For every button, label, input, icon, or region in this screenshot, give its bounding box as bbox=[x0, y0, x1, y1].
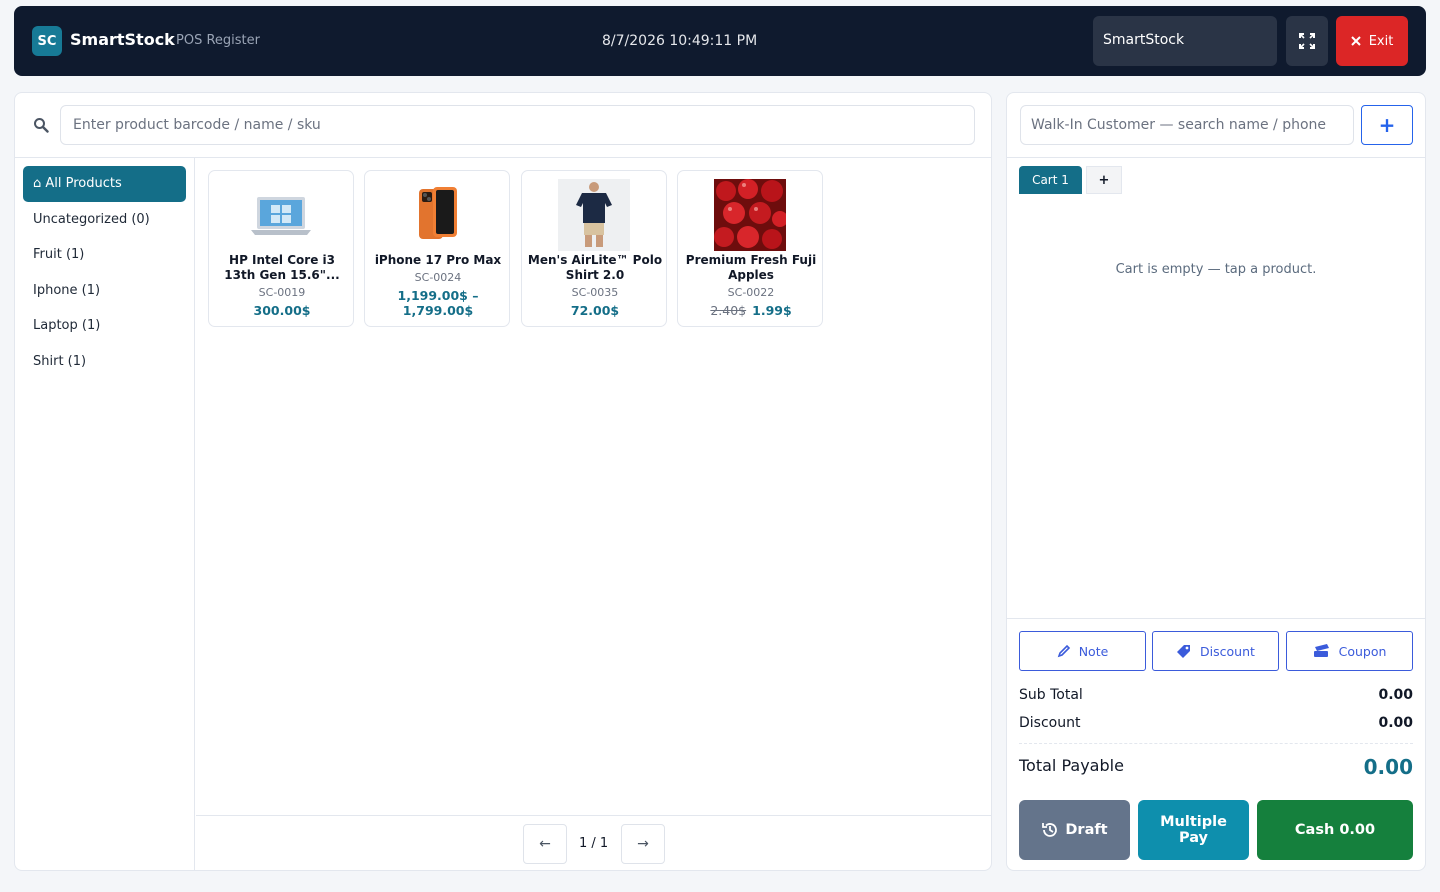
product-sku: SC-0024 bbox=[414, 271, 462, 284]
category-iphone[interactable]: Iphone (1) bbox=[23, 273, 186, 309]
product-name: Premium Fresh Fuji Apples bbox=[685, 253, 817, 282]
cart-panel: + Cart 1 + Cart is empty — tap a product… bbox=[1006, 92, 1426, 871]
history-icon bbox=[1042, 823, 1058, 837]
pencil-icon bbox=[1057, 644, 1070, 658]
laptop-product-image bbox=[251, 197, 311, 235]
total-payable-label: Total Payable bbox=[1019, 756, 1124, 775]
product-sku: SC-0022 bbox=[727, 286, 775, 299]
category-laptop[interactable]: Laptop (1) bbox=[23, 308, 186, 344]
product-price: 72.00$ bbox=[570, 303, 620, 318]
multiple-pay-button[interactable]: Multiple Pay bbox=[1138, 800, 1249, 860]
product-card[interactable]: iPhone 17 Pro Max SC-0024 1,199.00$ – 1,… bbox=[364, 170, 510, 327]
subtotal-label: Sub Total bbox=[1019, 687, 1083, 703]
product-card[interactable]: Premium Fresh Fuji Apples SC-0022 2.40$ 1… bbox=[677, 170, 823, 327]
expand-icon bbox=[1299, 33, 1315, 49]
product-name: HP Intel Core i3 13th Gen 15.6"... bbox=[224, 253, 340, 282]
product-panel: ⌂ All Products Uncategorized (0) Fruit (… bbox=[14, 92, 992, 871]
product-sku: SC-0019 bbox=[258, 286, 306, 299]
customer-search-input[interactable] bbox=[1020, 105, 1354, 145]
multiple-pay-label-line1: Multiple bbox=[1160, 814, 1227, 830]
product-search-bar bbox=[15, 93, 991, 158]
store-selector[interactable]: SmartStock bbox=[1093, 16, 1277, 66]
phone-product-image bbox=[419, 187, 457, 239]
app-subtitle: POS Register bbox=[176, 33, 260, 48]
discount-label: Discount bbox=[1200, 643, 1255, 659]
exit-button[interactable]: Exit bbox=[1336, 16, 1408, 66]
category-uncategorized[interactable]: Uncategorized (0) bbox=[23, 202, 186, 238]
multiple-pay-label-line2: Pay bbox=[1178, 830, 1209, 846]
close-icon bbox=[1350, 36, 1361, 46]
prev-page-button[interactable]: ← bbox=[523, 824, 567, 864]
pagination: ← 1 / 1 → bbox=[196, 815, 991, 870]
product-price: 2.40$ 1.99$ bbox=[678, 303, 824, 318]
datetime-display: 8/7/2026 10:49:11 PM bbox=[602, 33, 758, 49]
category-all-products[interactable]: ⌂ All Products bbox=[23, 166, 186, 202]
coupon-label: Coupon bbox=[1338, 643, 1387, 659]
customer-row: + bbox=[1007, 93, 1425, 158]
search-icon bbox=[34, 118, 49, 133]
note-label: Note bbox=[1078, 643, 1109, 659]
product-price: 1,199.00$ – 1,799.00$ bbox=[397, 288, 479, 318]
discount-summary-label: Discount bbox=[1019, 715, 1081, 731]
cart-footer: Note Discount Coupon Sub Total 0.00 Disc… bbox=[1007, 618, 1425, 870]
add-cart-tab-button[interactable]: + bbox=[1086, 166, 1122, 194]
category-shirt[interactable]: Shirt (1) bbox=[23, 344, 186, 380]
product-name: Men's AirLite™ Polo Shirt 2.0 bbox=[527, 253, 663, 282]
apples-product-image bbox=[714, 179, 786, 251]
product-sku: SC-0035 bbox=[571, 286, 619, 299]
tab-cart-1[interactable]: Cart 1 bbox=[1019, 166, 1082, 194]
page-indicator: 1 / 1 bbox=[579, 836, 609, 851]
product-search-input[interactable] bbox=[60, 105, 975, 145]
app-name: SmartStock bbox=[70, 30, 175, 49]
fullscreen-button[interactable] bbox=[1286, 16, 1328, 66]
product-price: 300.00$ bbox=[253, 303, 311, 318]
discount-button[interactable]: Discount bbox=[1152, 631, 1279, 671]
coupon-button[interactable]: Coupon bbox=[1286, 631, 1413, 671]
top-bar: SC SmartStock POS Register 8/7/2026 10:4… bbox=[14, 6, 1426, 76]
subtotal-value: 0.00 bbox=[1378, 687, 1413, 703]
product-old-price: 2.40$ bbox=[710, 303, 747, 318]
product-sale-price: 1.99$ bbox=[752, 303, 792, 318]
summary-divider bbox=[1019, 743, 1413, 744]
total-payable-value: 0.00 bbox=[1363, 755, 1413, 779]
exit-label: Exit bbox=[1368, 33, 1394, 49]
next-page-button[interactable]: → bbox=[621, 824, 665, 864]
add-customer-button[interactable]: + bbox=[1361, 105, 1413, 145]
discount-summary-value: 0.00 bbox=[1378, 715, 1413, 731]
coupon-icon bbox=[1313, 644, 1329, 657]
tag-icon bbox=[1177, 645, 1191, 658]
draft-button[interactable]: Draft bbox=[1019, 800, 1130, 860]
product-card[interactable]: Men's AirLite™ Polo Shirt 2.0 SC-0035 72… bbox=[521, 170, 667, 327]
cash-pay-button[interactable]: Cash 0.00 bbox=[1257, 800, 1413, 860]
cart-empty-message: Cart is empty — tap a product. bbox=[1115, 262, 1317, 277]
category-fruit[interactable]: Fruit (1) bbox=[23, 237, 186, 273]
product-grid: HP Intel Core i3 13th Gen 15.6"... SC-00… bbox=[196, 158, 991, 815]
shirt-product-image bbox=[558, 179, 630, 251]
category-list: ⌂ All Products Uncategorized (0) Fruit (… bbox=[15, 158, 195, 870]
note-button[interactable]: Note bbox=[1019, 631, 1146, 671]
draft-label: Draft bbox=[1065, 822, 1108, 838]
app-logo: SC bbox=[32, 26, 62, 56]
product-card[interactable]: HP Intel Core i3 13th Gen 15.6"... SC-00… bbox=[208, 170, 354, 327]
product-name: iPhone 17 Pro Max bbox=[374, 253, 502, 267]
